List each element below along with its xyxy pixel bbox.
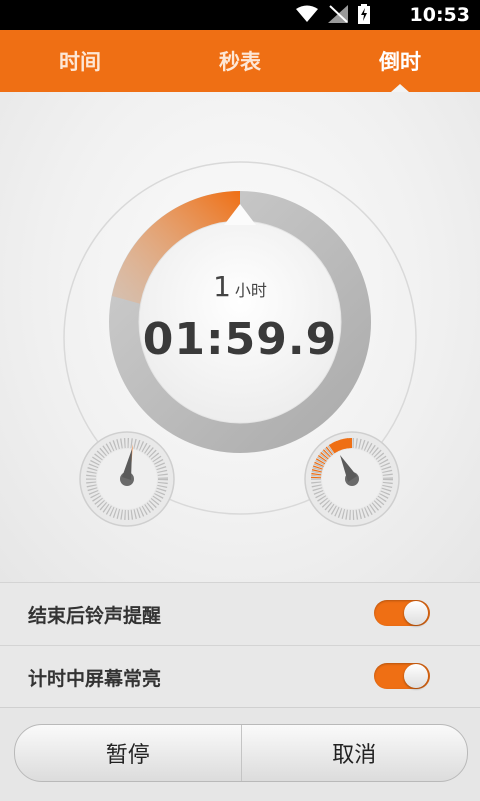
status-bar: 10:53 [0, 0, 480, 30]
setting-ring-on-finish: 结束后铃声提醒 [0, 582, 480, 645]
ring-on-finish-toggle[interactable] [374, 600, 430, 626]
hours-unit: 小时 [234, 281, 267, 300]
wifi-icon [296, 5, 318, 27]
status-icons [296, 4, 370, 28]
toggle-knob [404, 601, 428, 625]
toggle-knob [404, 664, 428, 688]
status-time: 10:53 [409, 4, 470, 26]
tab-label: 倒时 [379, 50, 421, 74]
cancel-button[interactable]: 取消 [240, 725, 468, 781]
setting-label: 结束后铃声提醒 [28, 604, 162, 627]
tab-countdown[interactable]: 倒时 [320, 30, 480, 92]
hours-subdial[interactable] [79, 431, 175, 527]
active-tab-indicator [391, 84, 409, 92]
tab-stopwatch[interactable]: 秒表 [160, 30, 320, 92]
bottom-action-bar: 暂停 取消 [0, 707, 480, 801]
battery-charging-icon [358, 4, 370, 28]
hours-readout: 1 小时 [0, 270, 480, 303]
setting-keep-screen-on: 计时中屏幕常亮 [0, 645, 480, 708]
keep-screen-on-toggle[interactable] [374, 663, 430, 689]
tab-bar: 时间 秒表 倒时 [0, 30, 480, 92]
no-signal-icon [328, 5, 348, 27]
tab-label: 时间 [59, 50, 101, 74]
tab-label: 秒表 [219, 50, 261, 74]
minutes-subdial[interactable] [304, 431, 400, 527]
action-button-group: 暂停 取消 [14, 724, 468, 782]
countdown-display: 01:59.9 [142, 314, 338, 365]
hours-value: 1 [213, 270, 231, 303]
pause-button[interactable]: 暂停 [15, 725, 241, 781]
tab-clock[interactable]: 时间 [0, 30, 160, 92]
setting-label: 计时中屏幕常亮 [28, 667, 162, 690]
countdown-panel: 1 小时 01:59.9 [0, 92, 480, 582]
